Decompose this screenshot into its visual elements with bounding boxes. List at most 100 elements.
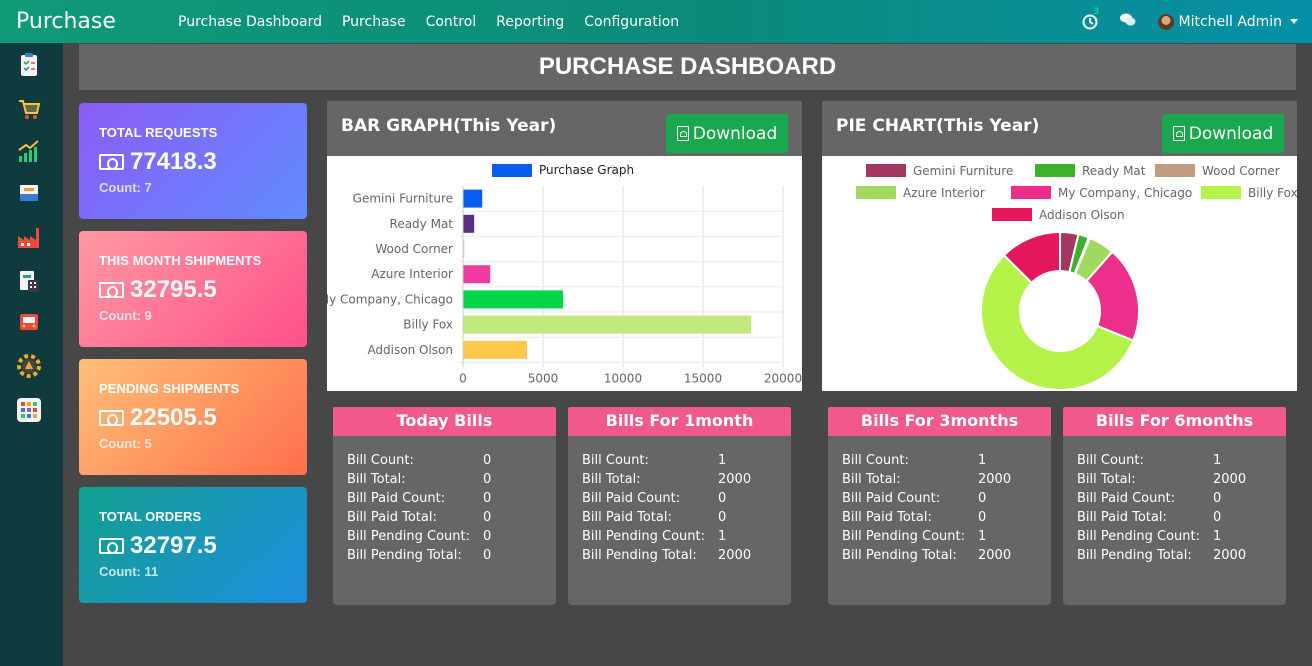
bill-row: Bill Pending Count: 0 <box>347 529 556 548</box>
stat-value: 77418.3 <box>99 148 287 176</box>
bill-row-label: Bill Paid Count: <box>842 491 941 506</box>
legend-label: Purchase Graph <box>539 163 634 177</box>
legend-swatch <box>1011 186 1051 199</box>
x-tick-label: 5000 <box>528 371 559 385</box>
bar-chart: 0 5000 10000 15000 20000 Gemini Furniture Read… <box>319 163 802 385</box>
today-bills-card: Today Bills Bill Count: 0 Bill Total: 0 Bill … <box>333 407 556 605</box>
menu-purchase[interactable]: Purchase <box>332 14 416 30</box>
bill-row: Bill Pending Count: 1 <box>1077 529 1286 548</box>
bill-row: Bill Count: 1 <box>1077 453 1286 472</box>
legend-label: Ready Mat <box>1082 164 1146 178</box>
y-tick-label: Addison Olson <box>367 343 453 357</box>
bill-row: Bill Total: 2000 <box>582 472 791 491</box>
bar-chart-area: 0 5000 10000 15000 20000 Gemini Furniture Read… <box>319 156 802 391</box>
bill-row-value: 2000 <box>978 472 1012 487</box>
bills-3months-card: Bills For 3months Bill Count: 1 Bill Total:… <box>828 407 1051 605</box>
file-pdf-icon <box>676 126 689 141</box>
total-orders-card[interactable]: TOTAL ORDERS 32797.5 Count: 11 <box>79 487 307 603</box>
bill-row-value: 0 <box>483 472 492 487</box>
navbar-systray: 3 Mitchell Admin <box>1082 7 1298 31</box>
stat-amount: 32797.5 <box>130 532 217 559</box>
menu-purchase-dashboard[interactable]: Purchase Dashboard <box>168 14 332 30</box>
bar-graph-panel: BAR GRAPH(This Year) Download 0 5000 10000… <box>319 101 802 391</box>
stat-amount: 77418.3 <box>130 148 217 175</box>
stat-amount: 22505.5 <box>130 404 217 431</box>
bill-row-value: 2000 <box>1213 472 1247 487</box>
bill-card-title: Bills For 6months <box>1063 407 1286 436</box>
bill-row-value: 1 <box>718 529 727 544</box>
bill-row-label: Bill Pending Total: <box>842 548 957 563</box>
bill-row-label: Bill Paid Total: <box>347 510 437 525</box>
bill-row-label: Bill Total: <box>347 472 406 487</box>
bill-row: Bill Pending Total: 2000 <box>1077 548 1286 567</box>
inbox-tray-icon[interactable] <box>16 180 42 206</box>
activity-clock-icon[interactable]: 3 <box>1082 7 1099 30</box>
bill-row-value: 2000 <box>718 548 752 563</box>
bill-card-title: Bills For 3months <box>828 407 1051 436</box>
legend-label: My Company, Chicago <box>1058 186 1192 200</box>
bill-row-label: Bill Pending Count: <box>582 529 705 544</box>
bill-row-label: Bill Count: <box>842 453 909 468</box>
bill-row: Bill Pending Total: 2000 <box>842 548 1051 567</box>
money-bill-icon <box>99 154 124 170</box>
bill-row: Bill Count: 1 <box>842 453 1051 472</box>
bill-card-title: Bills For 1month <box>568 407 791 436</box>
bill-row-label: Bill Pending Count: <box>347 529 470 544</box>
bill-card-title: Today Bills <box>333 407 556 436</box>
stat-value: 32797.5 <box>99 532 287 560</box>
bar-my-company-chicago <box>463 290 563 309</box>
bill-row-value: 1 <box>978 529 987 544</box>
settings-gear-icon[interactable] <box>16 353 42 379</box>
pie-download-button[interactable]: Download <box>1162 114 1284 153</box>
y-tick-label: My Company, Chicago <box>327 292 453 306</box>
app-brand[interactable]: Purchase <box>16 9 166 34</box>
bar-azure-interior <box>463 265 491 284</box>
menu-control[interactable]: Control <box>416 14 487 30</box>
menu-reporting[interactable]: Reporting <box>486 14 574 30</box>
bill-row-label: Bill Total: <box>582 472 641 487</box>
stat-amount: 32795.5 <box>130 276 217 303</box>
bill-row: Bill Paid Total: 0 <box>347 510 556 529</box>
menu-configuration[interactable]: Configuration <box>574 14 689 30</box>
this-month-shipments-card[interactable]: THIS MONTH SHIPMENTS 32795.5 Count: 9 <box>79 231 307 347</box>
x-tick-label: 0 <box>459 371 467 385</box>
pending-shipments-card[interactable]: PENDING SHIPMENTS 22505.5 Count: 5 <box>79 359 307 475</box>
bill-row: Bill Paid Count: 0 <box>842 491 1051 510</box>
bill-row-value: 0 <box>718 510 727 525</box>
app-sidebar <box>0 43 63 666</box>
clipboard-check-icon[interactable] <box>16 52 42 78</box>
bill-row: Bill Pending Total: 0 <box>347 548 556 567</box>
user-menu[interactable]: Mitchell Admin <box>1157 13 1298 30</box>
money-bill-icon <box>99 410 124 426</box>
chat-bubbles-icon[interactable] <box>1119 12 1136 31</box>
stat-value: 22505.5 <box>99 404 287 432</box>
x-tick-label: 10000 <box>604 371 642 385</box>
bill-row-value: 0 <box>483 510 492 525</box>
bill-row-value: 0 <box>978 491 987 506</box>
bill-rows: Bill Count: 0 Bill Total: 0 Bill Paid Count:… <box>333 436 556 567</box>
y-tick-label: Ready Mat <box>390 217 454 231</box>
factory-icon[interactable] <box>16 224 42 250</box>
bar-download-button[interactable]: Download <box>666 114 788 153</box>
bill-row-label: Bill Count: <box>347 453 414 468</box>
shopping-cart-icon[interactable] <box>16 96 42 122</box>
page-title: PURCHASE DASHBOARD <box>79 44 1296 90</box>
bill-row-label: Bill Pending Count: <box>1077 529 1200 544</box>
y-tick-label: Gemini Furniture <box>353 192 453 206</box>
bills-1month-card: Bills For 1month Bill Count: 1 Bill Total: 2… <box>568 407 791 605</box>
bill-row-value: 0 <box>483 453 492 468</box>
calculator-report-icon[interactable] <box>16 268 42 294</box>
bill-row-label: Bill Count: <box>582 453 649 468</box>
apps-grid-icon[interactable] <box>16 397 42 423</box>
total-requests-card[interactable]: TOTAL REQUESTS 77418.3 Count: 7 <box>79 103 307 219</box>
stat-title: TOTAL REQUESTS <box>99 125 218 140</box>
download-label: Download <box>1188 123 1274 144</box>
bill-row: Bill Paid Count: 0 <box>1077 491 1286 510</box>
legend-swatch <box>866 164 906 177</box>
bar-gemini-furniture <box>463 189 483 208</box>
bar-addison-olson <box>463 340 527 359</box>
truck-front-icon[interactable] <box>16 310 42 336</box>
trend-chart-icon[interactable] <box>16 138 42 164</box>
y-tick-label: Azure Interior <box>371 267 453 281</box>
pie-chart-panel: PIE CHART(This Year) Download Gemini Fur… <box>822 101 1298 391</box>
